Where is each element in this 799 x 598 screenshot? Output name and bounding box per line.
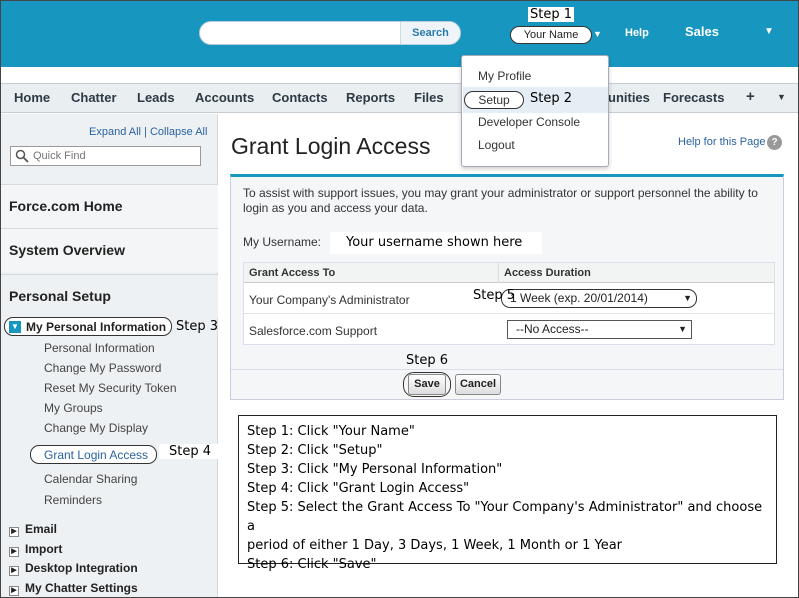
grantee-admin: Your Company's Administrator [249,293,410,307]
tab-forecasts[interactable]: Forecasts [663,90,724,105]
app-switcher[interactable]: Sales [685,24,719,39]
table-header: Grant Access To Access Duration [244,263,774,283]
section-system-overview[interactable]: System Overview [1,228,218,272]
dropdown-arrow-icon: ▼ [678,324,687,334]
sidebar-item-reset-security-token[interactable]: Reset My Security Token [44,381,177,395]
app-switcher-caret-icon[interactable]: ▼ [764,26,774,37]
cancel-button[interactable]: Cancel [455,374,501,395]
username-label: My Username: [243,235,322,249]
quick-find-box [10,146,201,166]
instruction-line: Step 4: Click "Grant Login Access" [247,481,470,496]
group-label: My Personal Information [26,320,167,334]
instructions-box: Step 1: Click "Your Name" Step 2: Click … [238,415,777,572]
sidebar-group-import[interactable]: ▶ Import [9,542,62,557]
tabs-caret-icon[interactable]: ▼ [777,92,786,102]
my-personal-information-group[interactable]: ▼ My Personal Information [4,317,172,336]
tab-files[interactable]: Files [414,90,444,105]
quick-find-input[interactable] [33,149,193,163]
tab-reports[interactable]: Reports [346,90,395,105]
step-3-annotation: Step 3 [176,319,219,334]
dropdown-arrow-icon: ▼ [683,293,692,303]
collapse-triangle-icon: ▼ [9,321,21,333]
sidebar-item-my-groups[interactable]: My Groups [44,401,103,415]
page-title: Grant Login Access [231,133,431,159]
help-for-page-link[interactable]: Help for this Page [678,136,765,148]
tab-accounts[interactable]: Accounts [195,90,254,105]
user-menu-caret-icon[interactable]: ▼ [593,29,602,39]
expand-icon: ▶ [9,586,19,596]
tab-leads[interactable]: Leads [137,90,175,105]
sidebar-group-chatter-settings[interactable]: ▶ My Chatter Settings [9,581,138,596]
tab-communities[interactable]: unities [608,90,650,105]
search-box: Search [199,21,461,45]
sidebar-item-calendar-sharing[interactable]: Calendar Sharing [44,472,137,486]
item-label: Grant Login Access [44,448,149,462]
menu-item-logout[interactable]: Logout [478,138,515,152]
sidebar-item-grant-login-access[interactable]: Grant Login Access [30,445,157,464]
admin-duration-select[interactable]: 1 Week (exp. 20/01/2014) ▼ [501,289,697,308]
sidebar-item-change-display[interactable]: Change My Display [44,421,148,435]
sidebar-group-email[interactable]: ▶ Email [9,522,57,537]
tab-home[interactable]: Home [14,90,50,105]
instruction-line: Step 2: Click "Setup" [247,443,383,458]
step-5-annotation: Step 5 [473,288,516,303]
step-2-annotation: Step 2 [530,91,573,106]
intro-text: To assist with support issues, you may g… [243,186,758,215]
grantee-support: Salesforce.com Support [249,324,378,338]
sidebar-group-desktop-integration[interactable]: ▶ Desktop Integration [9,561,138,576]
section-label: Personal Setup [9,288,111,304]
support-duration-select[interactable]: --No Access-- ▼ [507,320,692,339]
button-divider [231,369,783,370]
column-divider [498,263,499,283]
grant-access-panel: To assist with support issues, you may g… [230,174,784,400]
user-menu-dropdown: My Profile Setup Step 2 Developer Consol… [461,55,609,167]
section-label: Force.com Home [9,198,123,214]
instruction-line: Step 1: Click "Your Name" [247,424,415,439]
search-input[interactable] [208,25,398,42]
section-personal-setup[interactable]: Personal Setup [1,274,218,318]
access-table: Grant Access To Access Duration Your Com… [243,262,775,345]
column-header: Grant Access To [249,267,336,279]
instruction-line: Step 5: Select the Grant Access To "Your… [247,500,763,534]
expand-icon: ▶ [9,527,19,537]
tab-chatter[interactable]: Chatter [71,90,117,105]
search-button[interactable]: Search [400,22,460,44]
search-icon [15,149,29,163]
sidebar-item-reminders[interactable]: Reminders [44,493,102,507]
row-divider [244,313,774,314]
all-tabs-plus-icon[interactable]: + [746,88,755,105]
menu-item-my-profile[interactable]: My Profile [478,69,531,83]
tab-bar: Home Chatter Leads Accounts Contacts Rep… [1,83,798,113]
instruction-line: Step 6: Click "Save" [247,557,377,572]
help-link[interactable]: Help [625,27,649,39]
menu-item-setup[interactable]: Setup [464,91,524,109]
expand-collapse-links[interactable]: Expand All | Collapse All [89,126,207,138]
section-label: System Overview [9,242,125,258]
expand-icon: ▶ [9,566,19,576]
tab-contacts[interactable]: Contacts [272,90,328,105]
step-4-annotation: Step 4 [159,444,222,459]
save-button[interactable]: Save [408,374,446,395]
sidebar-item-personal-information[interactable]: Personal Information [44,341,155,355]
section-force-home[interactable]: Force.com Home [1,184,218,228]
instruction-line: Step 3: Click "My Personal Information" [247,462,503,477]
user-name-menu-button[interactable]: Your Name [510,26,592,44]
help-icon[interactable]: ? [767,135,782,150]
sidebar-item-change-password[interactable]: Change My Password [44,361,161,375]
instruction-line: period of either 1 Day, 3 Days, 1 Week, … [247,538,623,553]
username-value: Your username shown here [330,232,542,254]
menu-item-developer-console[interactable]: Developer Console [478,115,580,129]
column-header: Access Duration [504,267,591,279]
step-1-annotation: Step 1 [528,7,575,22]
global-header: Search Your Name ▼ Help Sales ▼ [1,1,798,67]
expand-icon: ▶ [9,547,19,557]
step-6-annotation: Step 6 [406,353,449,368]
